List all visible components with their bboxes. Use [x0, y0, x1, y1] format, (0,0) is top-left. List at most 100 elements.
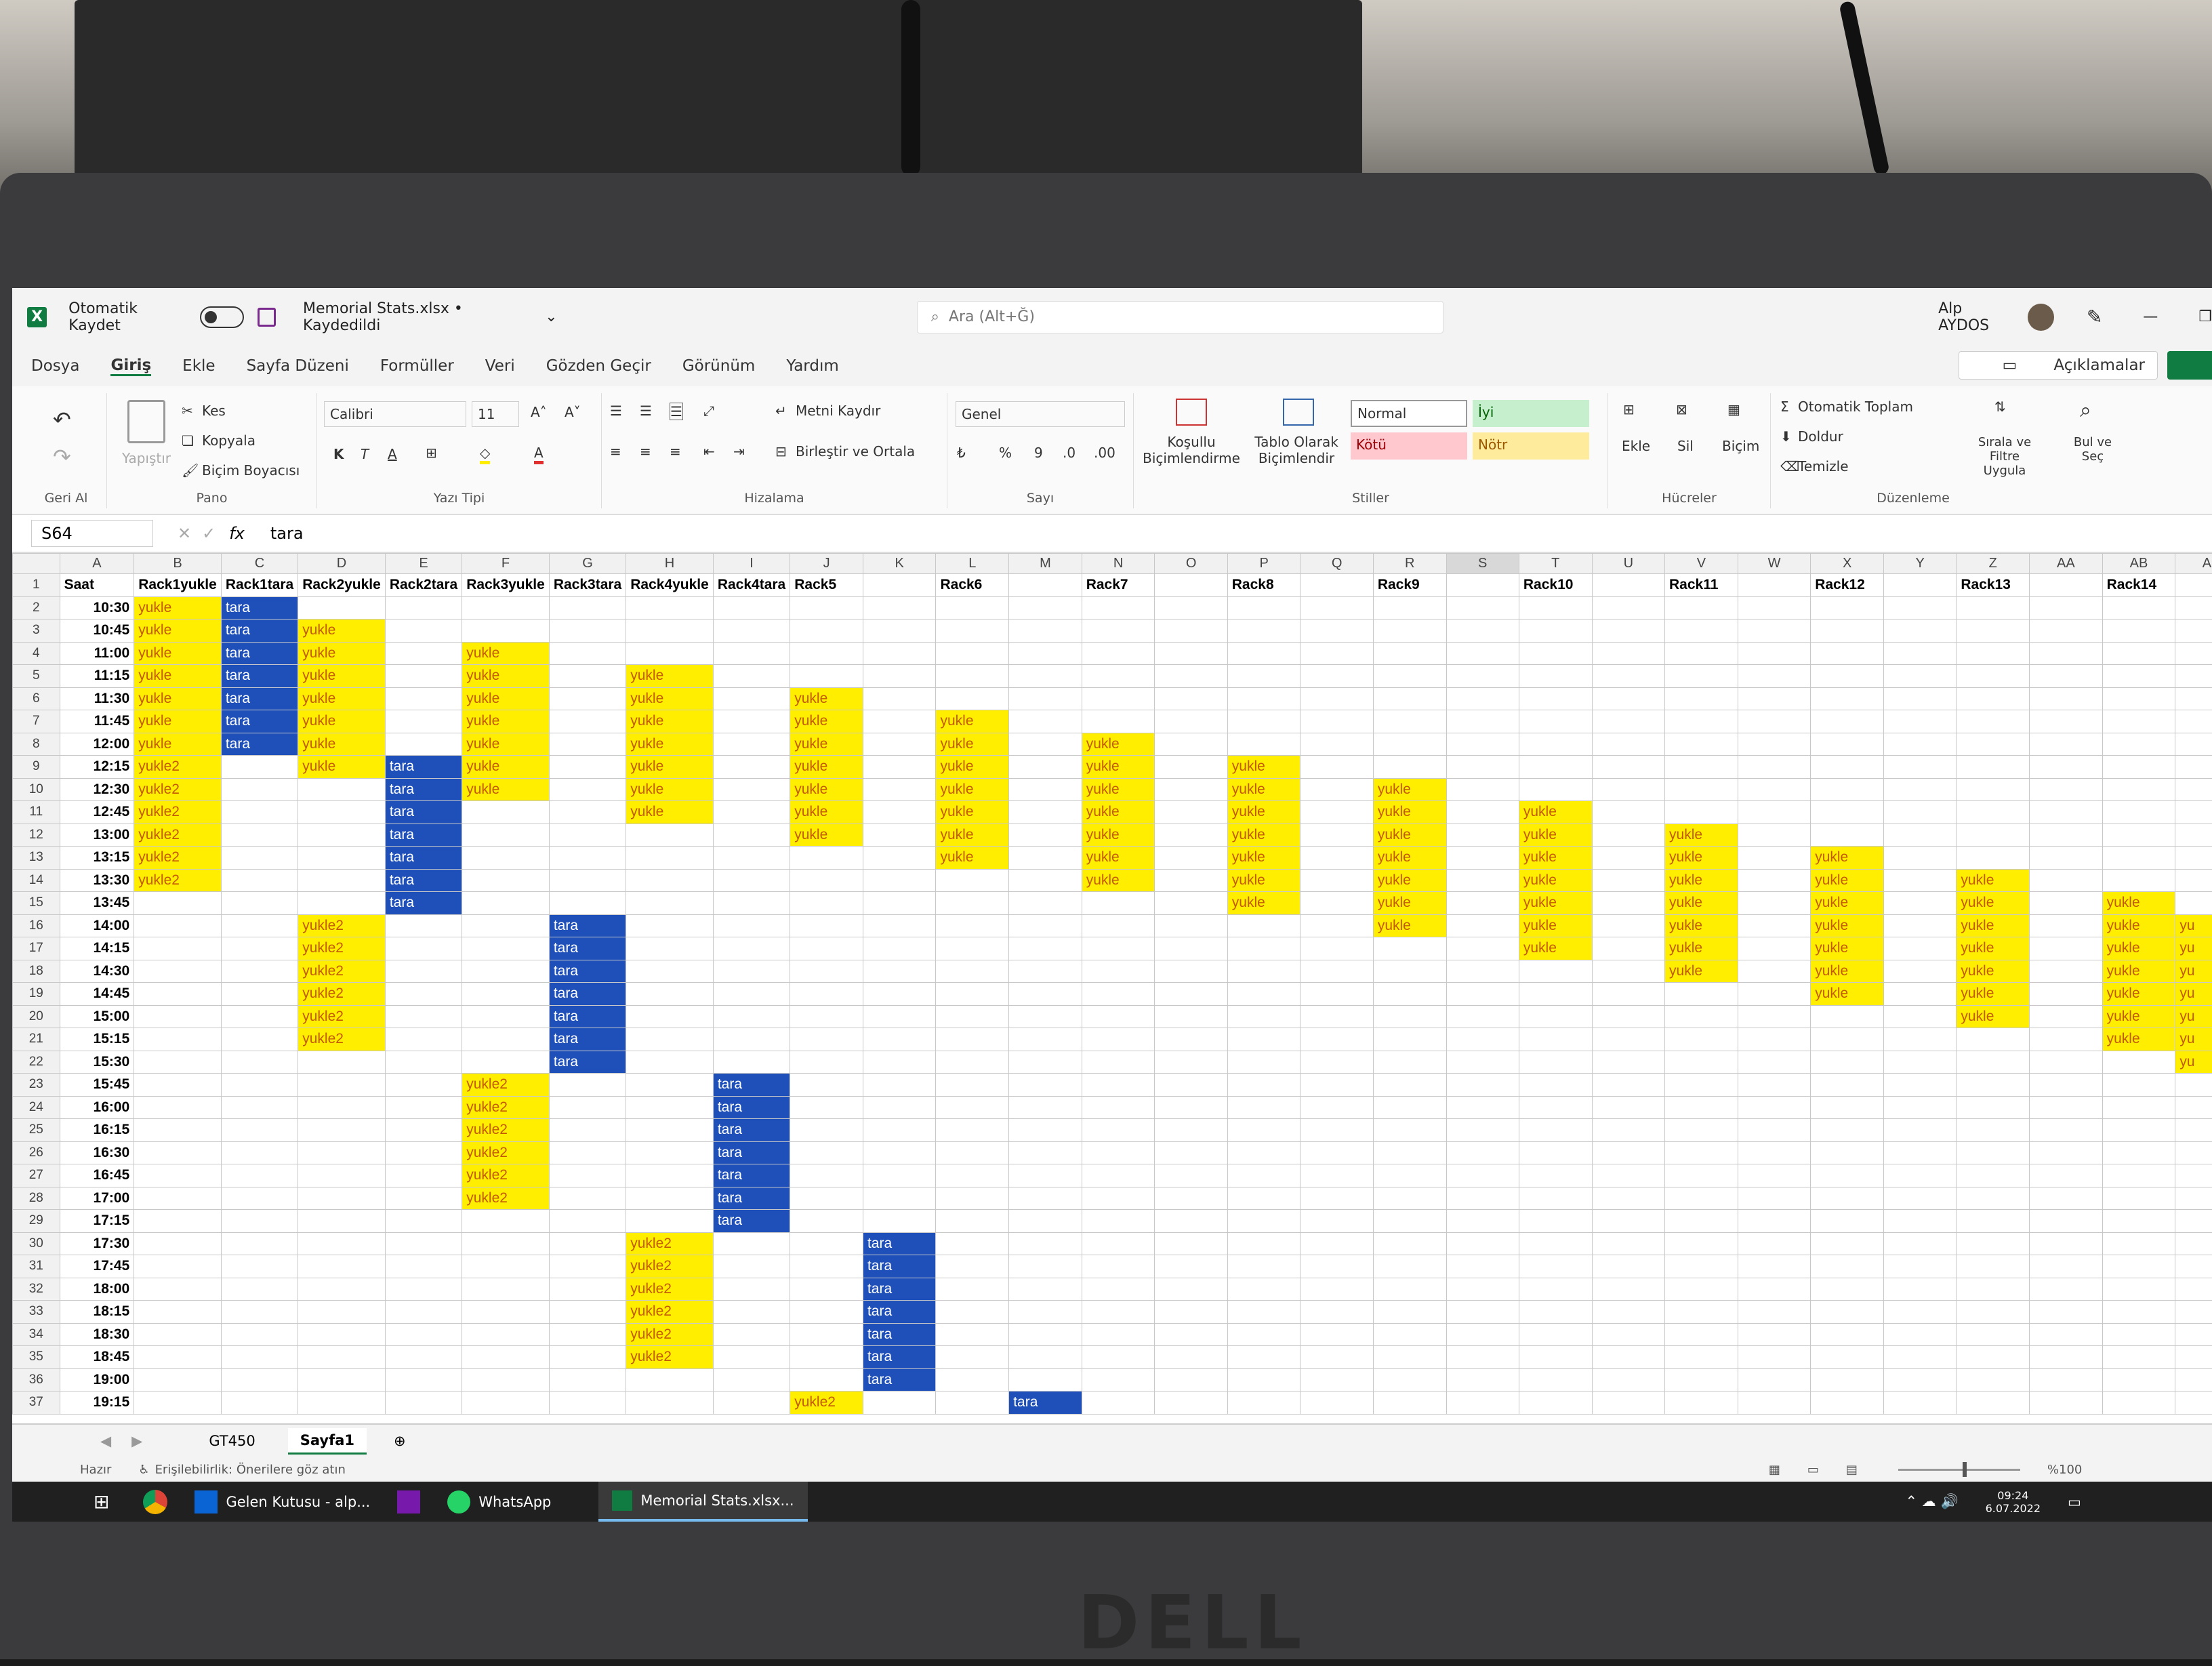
row-header[interactable]: 14 [13, 869, 60, 892]
cell[interactable] [790, 1074, 863, 1097]
column-header-G[interactable]: G [549, 554, 626, 574]
cell[interactable]: yukle [626, 778, 714, 801]
cell[interactable] [1373, 1005, 1446, 1028]
cell[interactable] [2175, 892, 2212, 915]
column-header-C[interactable]: C [221, 554, 298, 574]
cell[interactable] [790, 1164, 863, 1187]
cell[interactable]: tara [221, 733, 298, 756]
cell[interactable] [1009, 824, 1082, 847]
merge-center-button[interactable]: Birleştir ve Ortala [796, 443, 915, 460]
cell[interactable]: tara [863, 1255, 936, 1278]
cell[interactable]: yukle [298, 619, 386, 643]
cell[interactable] [2030, 1255, 2102, 1278]
cell[interactable]: Rack6 [936, 574, 1009, 597]
cell[interactable] [2030, 1051, 2102, 1074]
system-tray[interactable]: ⌃ ☁ 🔊 [1906, 1493, 1959, 1510]
cell[interactable]: yukle [462, 778, 550, 801]
find-select-button[interactable]: Bul ve Seç [2062, 435, 2123, 464]
cell[interactable] [1738, 574, 1810, 597]
cell[interactable] [1884, 756, 1957, 779]
cell[interactable]: yu [2175, 1051, 2212, 1074]
cell[interactable] [626, 1187, 714, 1210]
cell[interactable]: 12:30 [60, 778, 134, 801]
cell[interactable]: yukle [1811, 847, 1884, 870]
cell[interactable] [1009, 983, 1082, 1006]
cell[interactable] [221, 1187, 298, 1210]
cell[interactable] [790, 1187, 863, 1210]
page-break-icon[interactable]: ▤ [1846, 1463, 1858, 1477]
cell[interactable]: yukle [2102, 914, 2175, 937]
cell[interactable] [790, 1005, 863, 1028]
column-header-S[interactable]: S [1446, 554, 1519, 574]
row-header[interactable]: 36 [13, 1368, 60, 1391]
cell[interactable]: yukle [1519, 937, 1592, 960]
row-header[interactable]: 4 [13, 642, 60, 665]
column-header-P[interactable]: P [1227, 554, 1300, 574]
cell[interactable] [1592, 1255, 1664, 1278]
next-sheet-icon[interactable]: ▶ [131, 1433, 142, 1449]
cell[interactable]: yukle [134, 665, 222, 688]
cell[interactable] [626, 642, 714, 665]
cell[interactable] [1009, 1323, 1082, 1346]
column-header-W[interactable]: W [1738, 554, 1810, 574]
cell[interactable] [1957, 687, 2030, 710]
cell[interactable] [790, 1301, 863, 1324]
cell[interactable] [2102, 1278, 2175, 1301]
cell[interactable] [1738, 1323, 1810, 1346]
cell[interactable] [298, 801, 386, 824]
cell[interactable] [1884, 983, 1957, 1006]
cell[interactable] [1300, 596, 1373, 619]
cell[interactable]: 13:00 [60, 824, 134, 847]
column-header-Q[interactable]: Q [1300, 554, 1373, 574]
cell[interactable]: yukle2 [626, 1255, 714, 1278]
cell[interactable] [1446, 1368, 1519, 1391]
cell[interactable] [549, 1232, 626, 1255]
cell[interactable] [134, 1187, 222, 1210]
restore-icon[interactable]: ❐ [2198, 308, 2212, 325]
cell[interactable] [1155, 1005, 1227, 1028]
cell[interactable] [298, 1301, 386, 1324]
cell[interactable] [1592, 1096, 1664, 1119]
cell[interactable] [1155, 937, 1227, 960]
cell[interactable] [385, 914, 462, 937]
cell[interactable] [1227, 1210, 1300, 1233]
cell[interactable] [462, 847, 550, 870]
cell[interactable]: yukle [626, 687, 714, 710]
cell[interactable] [863, 1005, 936, 1028]
cell[interactable]: yukle2 [134, 847, 222, 870]
cell[interactable] [1519, 1301, 1592, 1324]
cell[interactable] [1227, 665, 1300, 688]
cell[interactable] [1738, 801, 1810, 824]
cell[interactable] [1738, 1368, 1810, 1391]
row-header[interactable]: 21 [13, 1028, 60, 1051]
cell[interactable] [221, 847, 298, 870]
cell[interactable] [221, 937, 298, 960]
cell[interactable]: yukle [134, 687, 222, 710]
cell[interactable] [713, 801, 790, 824]
cell[interactable] [1373, 619, 1446, 643]
cell[interactable] [1300, 1255, 1373, 1278]
cell[interactable] [1300, 1187, 1373, 1210]
cell[interactable] [2030, 1005, 2102, 1028]
copy-label[interactable]: Kopyala [202, 432, 255, 449]
tab-4[interactable]: Formüller [380, 357, 454, 375]
cell[interactable]: yukle [1811, 869, 1884, 892]
cell[interactable] [1884, 1278, 1957, 1301]
tab-1[interactable]: Giriş [110, 357, 151, 376]
document-title[interactable]: Memorial Stats.xlsx • Kaydedildi [303, 300, 538, 334]
taskbar-item-whatsapp[interactable]: WhatsApp [478, 1494, 551, 1510]
cell[interactable]: 16:30 [60, 1141, 134, 1164]
cell[interactable] [2030, 665, 2102, 688]
cell[interactable] [1811, 665, 1884, 688]
paste-icon[interactable] [127, 400, 165, 443]
cell[interactable]: Rack8 [1227, 574, 1300, 597]
cell[interactable]: 18:15 [60, 1301, 134, 1324]
cell[interactable]: Rack2yukle [298, 574, 386, 597]
cell[interactable] [936, 619, 1009, 643]
cell[interactable] [1957, 756, 2030, 779]
cell[interactable] [2030, 869, 2102, 892]
cell[interactable] [2175, 642, 2212, 665]
cell[interactable]: yukle [462, 665, 550, 688]
onenote-icon[interactable] [397, 1490, 420, 1513]
cell[interactable] [863, 801, 936, 824]
